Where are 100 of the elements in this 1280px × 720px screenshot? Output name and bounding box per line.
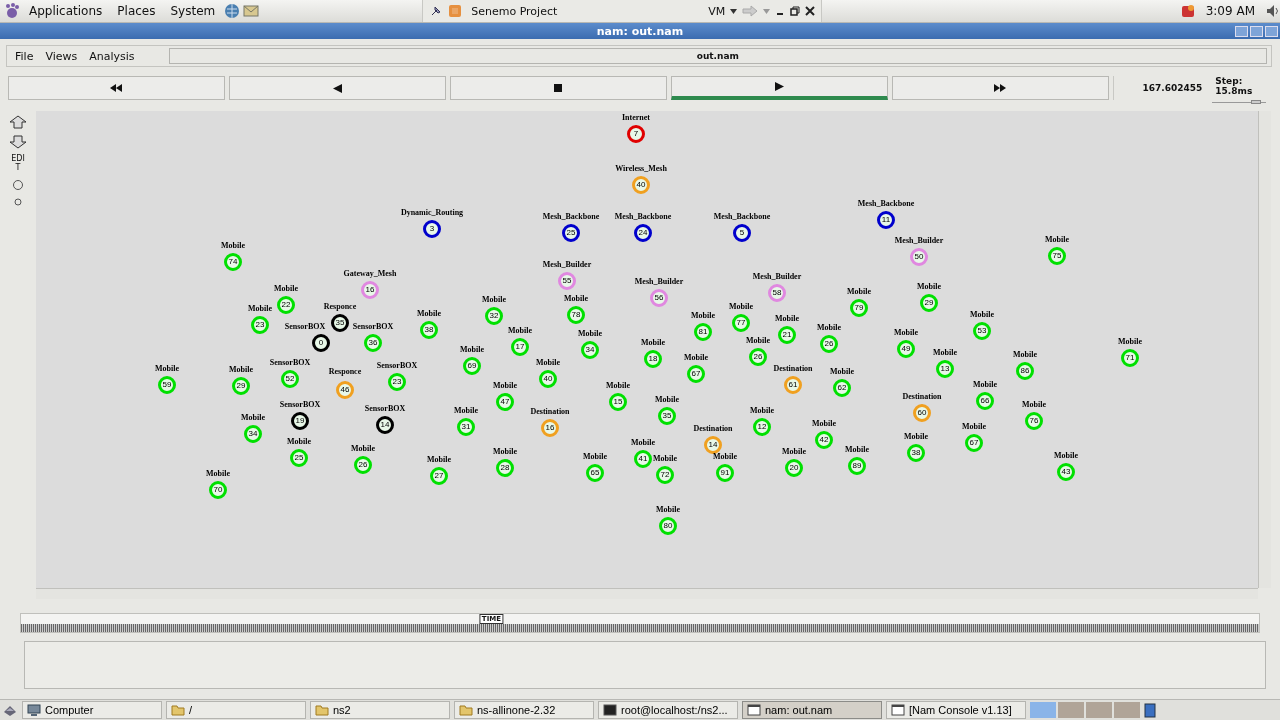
close-button[interactable] <box>1265 25 1278 37</box>
network-node[interactable]: 91 <box>716 464 734 482</box>
network-node[interactable]: 67 <box>965 434 983 452</box>
network-node[interactable]: 58 <box>768 284 786 302</box>
taskbar-button[interactable]: root@localhost:/ns2... <box>598 701 738 719</box>
network-node[interactable]: 86 <box>1016 362 1034 380</box>
network-node[interactable]: 14 <box>704 436 722 454</box>
edit-tool[interactable]: EDIT <box>10 155 26 173</box>
move-tool-icon[interactable] <box>9 135 27 149</box>
taskbar-button[interactable]: [Nam Console v1.13] <box>886 701 1026 719</box>
panel-menu[interactable]: Places <box>111 4 162 18</box>
network-node[interactable]: 41 <box>634 450 652 468</box>
network-node[interactable]: 74 <box>224 253 242 271</box>
network-node[interactable]: 72 <box>656 466 674 484</box>
panel-menu[interactable]: System <box>164 4 222 18</box>
network-node[interactable]: 20 <box>785 459 803 477</box>
network-node[interactable]: 23 <box>388 373 406 391</box>
playback-button[interactable] <box>449 76 667 100</box>
taskbar-button[interactable]: nam: out.nam <box>742 701 882 719</box>
panel-menu[interactable]: Applications <box>23 4 109 18</box>
network-node[interactable]: 31 <box>457 418 475 436</box>
window-switcher[interactable]: Senemo Project VM <box>422 0 823 22</box>
network-node[interactable]: 34 <box>581 341 599 359</box>
network-node[interactable]: 26 <box>749 348 767 366</box>
restore-icon[interactable] <box>790 6 801 16</box>
taskbar-button[interactable]: ns-allinone-2.32 <box>454 701 594 719</box>
step-slider-thumb[interactable] <box>1250 100 1261 104</box>
playback-button[interactable] <box>228 76 446 100</box>
network-node[interactable]: 34 <box>244 425 262 443</box>
network-node[interactable]: 38 <box>420 321 438 339</box>
taskbar-button[interactable]: Computer <box>22 701 162 719</box>
network-node[interactable]: 22 <box>277 296 295 314</box>
clock[interactable]: 3:09 AM <box>1197 4 1263 18</box>
network-node[interactable]: 60 <box>913 404 931 422</box>
network-node[interactable]: 79 <box>850 299 868 317</box>
network-node[interactable]: 70 <box>209 481 227 499</box>
speaker-icon[interactable] <box>1266 4 1280 18</box>
network-node[interactable]: 76 <box>1025 412 1043 430</box>
network-node[interactable]: 67 <box>687 365 705 383</box>
network-node[interactable]: 15 <box>609 393 627 411</box>
menu-item[interactable]: Analysis <box>85 49 139 63</box>
network-node[interactable]: 3 <box>423 220 441 238</box>
network-node[interactable]: 13 <box>936 360 954 378</box>
menu-item[interactable]: File <box>11 49 38 63</box>
network-node[interactable]: 23 <box>251 316 269 334</box>
network-node[interactable]: 50 <box>910 248 928 266</box>
network-node[interactable]: 16 <box>541 419 559 437</box>
menu-item[interactable]: Views <box>41 49 82 63</box>
network-node[interactable]: 27 <box>430 467 448 485</box>
network-node[interactable]: 56 <box>650 289 668 307</box>
network-node[interactable]: 47 <box>496 393 514 411</box>
network-node[interactable]: 55 <box>558 272 576 290</box>
network-node[interactable]: 38 <box>907 444 925 462</box>
network-node[interactable]: 52 <box>281 370 299 388</box>
network-node[interactable]: 43 <box>1057 463 1075 481</box>
network-node[interactable]: 62 <box>833 379 851 397</box>
minimize-button[interactable] <box>1235 25 1248 37</box>
network-node[interactable]: 32 <box>485 307 503 325</box>
network-node[interactable]: 42 <box>815 431 833 449</box>
network-node[interactable]: 35 <box>658 407 676 425</box>
network-node[interactable]: 17 <box>511 338 529 356</box>
vm-menu[interactable]: VM <box>708 4 726 18</box>
network-node[interactable]: 29 <box>232 377 250 395</box>
network-node[interactable]: 21 <box>778 326 796 344</box>
network-node[interactable]: 29 <box>920 294 938 312</box>
playback-button[interactable] <box>891 76 1109 100</box>
horizontal-scrollbar[interactable] <box>36 588 1258 599</box>
small-node-tool-icon[interactable] <box>13 196 23 207</box>
network-node[interactable]: 16 <box>361 281 379 299</box>
network-node[interactable]: 7 <box>627 125 645 143</box>
network-node[interactable]: 26 <box>354 456 372 474</box>
taskbar-button[interactable]: / <box>166 701 306 719</box>
network-node[interactable]: 12 <box>753 418 771 436</box>
network-node[interactable]: 14 <box>376 416 394 434</box>
network-node[interactable]: 77 <box>732 314 750 332</box>
network-node[interactable]: 40 <box>539 370 557 388</box>
network-node[interactable]: 66 <box>976 392 994 410</box>
network-node[interactable]: 25 <box>290 449 308 467</box>
network-node[interactable]: 40 <box>632 176 650 194</box>
network-node[interactable]: 28 <box>496 459 514 477</box>
network-node[interactable]: 46 <box>336 381 354 399</box>
network-node[interactable]: 61 <box>784 376 802 394</box>
network-node[interactable]: 65 <box>586 464 604 482</box>
network-node[interactable]: 26 <box>820 335 838 353</box>
network-node[interactable]: 69 <box>463 357 481 375</box>
select-tool-icon[interactable] <box>9 115 27 129</box>
network-node[interactable]: 78 <box>567 306 585 324</box>
network-node[interactable]: 35 <box>331 314 349 332</box>
network-node[interactable]: 59 <box>158 376 176 394</box>
network-node[interactable]: 36 <box>364 334 382 352</box>
maximize-button[interactable] <box>1250 25 1263 37</box>
playback-button[interactable] <box>670 76 888 100</box>
network-node[interactable]: 53 <box>973 322 991 340</box>
network-node[interactable]: 25 <box>562 224 580 242</box>
network-node[interactable]: 81 <box>694 323 712 341</box>
node-tool-icon[interactable] <box>12 178 24 191</box>
network-node[interactable]: 11 <box>877 211 895 229</box>
playback-button[interactable] <box>8 76 225 100</box>
network-node[interactable]: 49 <box>897 340 915 358</box>
network-node[interactable]: 18 <box>644 350 662 368</box>
